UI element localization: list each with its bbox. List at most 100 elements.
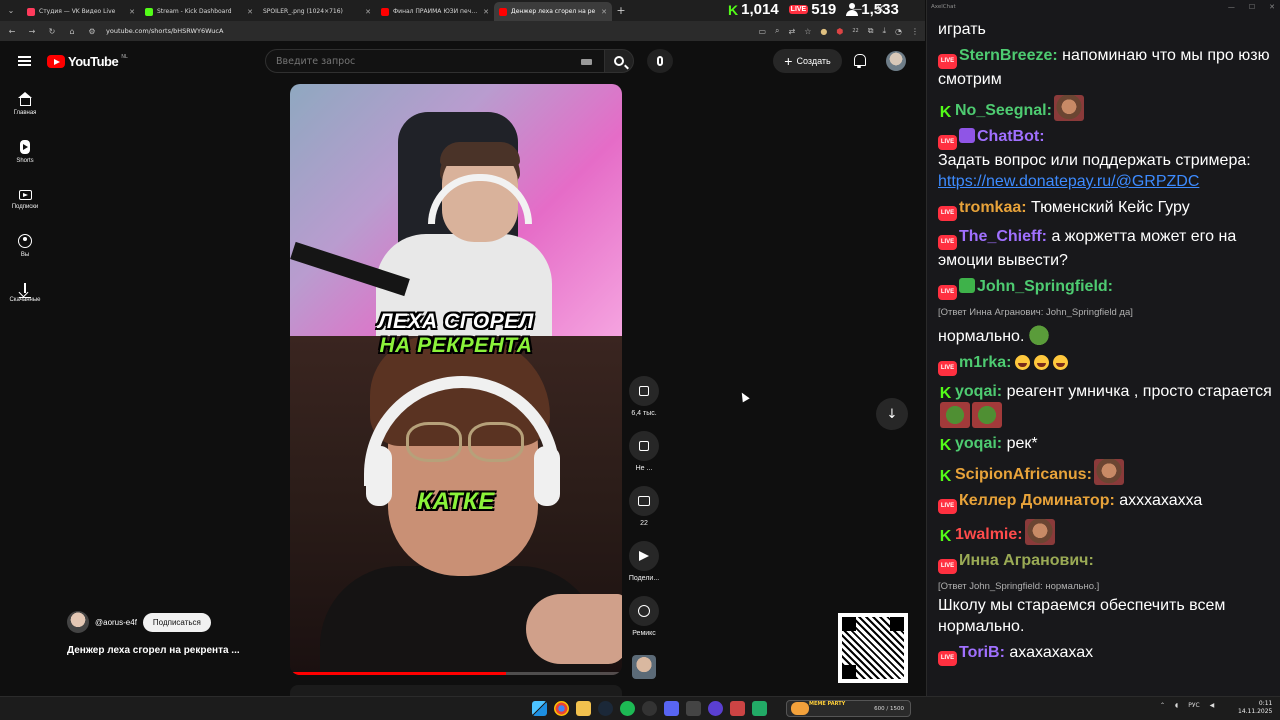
channel-avatar[interactable]: [67, 611, 89, 633]
sidebar-item-shorts[interactable]: Shorts: [0, 128, 50, 175]
channel-name[interactable]: @aorus-e4f: [95, 618, 137, 627]
tab-vk-studio[interactable]: Студия — VK Видео Live ✕: [22, 2, 140, 21]
chat-username[interactable]: The_Chieff:: [959, 228, 1047, 245]
remix-button[interactable]: [629, 596, 659, 626]
sidebar-item-you[interactable]: Вы: [0, 222, 50, 269]
like-button[interactable]: [629, 376, 659, 406]
meme-party-widget[interactable]: MEME PARTY 600 / 1500: [786, 700, 911, 717]
youtube-logo[interactable]: YouTube NL: [47, 54, 128, 69]
chat-username[interactable]: John_Springfield:: [977, 278, 1113, 295]
site-info-icon[interactable]: ⚙: [86, 27, 98, 36]
chat-username[interactable]: SternBreeze:: [959, 47, 1058, 64]
sidebar-item-home[interactable]: Главная: [0, 81, 50, 128]
sidebar-item-downloads[interactable]: Скачанные: [0, 269, 50, 316]
tab-close-icon[interactable]: ✕: [365, 8, 371, 16]
sound-thumbnail[interactable]: [632, 655, 656, 679]
menu-dots-icon[interactable]: ⋮: [911, 27, 919, 36]
short-title[interactable]: Денжер леха сгорел на рекрента ...: [67, 645, 240, 656]
chat-username[interactable]: ToriB:: [959, 644, 1005, 661]
url-field[interactable]: youtube.com/shorts/bHSRWY6WucA: [106, 27, 223, 35]
home-browser-icon[interactable]: ⌂: [66, 27, 78, 36]
maximize-icon[interactable]: ☐: [1249, 3, 1255, 11]
chat-username[interactable]: ChatBot:: [977, 128, 1045, 145]
dislike-button[interactable]: [629, 431, 659, 461]
account-avatar[interactable]: [886, 51, 906, 71]
new-tab-button[interactable]: +: [612, 4, 630, 17]
file-explorer-icon[interactable]: [576, 701, 591, 716]
extension-dot-icon[interactable]: ●: [820, 27, 827, 36]
chat-window-controls: — ☐ ✕: [1228, 3, 1275, 11]
browser-toolbar: ▭ ⌕ ⇄ ☆ ● ⬢ 22 ⧉ ⤓ ◔ ⋮: [758, 26, 919, 36]
comments-button[interactable]: [629, 486, 659, 516]
speaker-icon[interactable]: ◀: [1210, 702, 1215, 709]
tab-youtube-short-active[interactable]: Денжер леха сгорел на ре ✕: [494, 2, 612, 21]
tray-chevron-icon[interactable]: ⌃: [1160, 702, 1165, 709]
tab-kick-dashboard[interactable]: Stream - Kick Dashboard ✕: [140, 2, 258, 21]
profile-icon[interactable]: ◔: [895, 27, 902, 36]
discord-icon[interactable]: [664, 701, 679, 716]
voice-search-button[interactable]: [647, 49, 673, 73]
donate-link[interactable]: https://new.donatepay.ru/@GRPZDC: [938, 173, 1199, 190]
shorts-video-player[interactable]: ЛЕХА СГОРЕЛ НА РЕКРЕНТА КАТКЕ: [290, 84, 622, 675]
close-window-icon[interactable]: ✕: [1269, 3, 1275, 11]
video-progress-bar[interactable]: [290, 672, 622, 675]
obs-icon[interactable]: [642, 701, 657, 716]
chat-username[interactable]: Келлер Доминатор:: [959, 492, 1115, 509]
cast-icon[interactable]: ▭: [758, 27, 766, 36]
minimize-icon[interactable]: —: [1228, 3, 1235, 11]
spotify-icon[interactable]: [620, 701, 635, 716]
next-short-button[interactable]: ↓: [876, 398, 908, 430]
extension-adblock-icon[interactable]: ⬢: [836, 27, 843, 36]
media-player-icon[interactable]: [708, 701, 723, 716]
chat-message: LIVE The_Chieff: а жоржетта может его на …: [938, 228, 1237, 269]
tab-close-icon[interactable]: ✕: [129, 8, 135, 16]
search-button[interactable]: [604, 49, 634, 73]
downloads-icon[interactable]: ⤓: [882, 26, 886, 36]
snipping-tool-icon[interactable]: [752, 701, 767, 716]
sidebar-item-subscriptions[interactable]: Подписки: [0, 175, 50, 222]
share-button[interactable]: [629, 541, 659, 571]
qr-code-overlay: [838, 613, 908, 683]
tab-spoiler-image[interactable]: SPOILER_.png (1024×716) ✕: [258, 2, 376, 21]
tab-close-icon[interactable]: ✕: [483, 8, 489, 16]
bookmark-star-icon[interactable]: ☆: [804, 27, 811, 36]
tab-close-icon[interactable]: ✕: [601, 8, 607, 16]
forward-icon[interactable]: →: [26, 27, 38, 36]
create-button[interactable]: + Создать: [773, 49, 842, 73]
steam-icon[interactable]: [598, 701, 613, 716]
back-icon[interactable]: ←: [6, 27, 18, 36]
chat-username[interactable]: m1rka:: [959, 354, 1011, 371]
system-clock[interactable]: 0:11 14.11.2025: [1238, 700, 1272, 716]
chat-username[interactable]: yoqai:: [955, 383, 1002, 400]
extensions-puzzle-icon[interactable]: ⧉: [868, 26, 874, 36]
qr-code-icon: [842, 617, 904, 679]
app-icon[interactable]: [686, 701, 701, 716]
chat-username[interactable]: tromkaa:: [959, 199, 1027, 216]
search-input[interactable]: [276, 55, 566, 67]
minimize-icon[interactable]: —: [852, 4, 862, 15]
language-indicator[interactable]: РУС: [1188, 702, 1199, 709]
chat-username[interactable]: No_Seegnal:: [955, 102, 1052, 119]
chat-username[interactable]: 1walmie:: [955, 526, 1023, 543]
tab-search-icon[interactable]: ⌄: [0, 0, 22, 21]
zoom-icon[interactable]: ⌕: [775, 26, 779, 36]
reload-icon[interactable]: ↻: [46, 27, 58, 36]
hamburger-menu-icon[interactable]: [18, 56, 31, 66]
chat-username[interactable]: yoqai:: [955, 435, 1002, 452]
chat-username[interactable]: ScipionAfricanus:: [955, 466, 1092, 483]
notifications-bell-icon[interactable]: [852, 53, 866, 69]
keyboard-icon[interactable]: [581, 59, 592, 65]
subscribe-button[interactable]: Подписаться: [142, 612, 211, 632]
tab-close-icon[interactable]: ✕: [247, 8, 253, 16]
tray-mic-icon[interactable]: ◖: [1175, 702, 1178, 709]
chat-username[interactable]: Инна Агранович:: [959, 552, 1094, 569]
tab-youtube-final[interactable]: Финал ПРАЙМА ЮЗИ печальн ✕: [376, 2, 494, 21]
remix-action: Ремикс: [624, 596, 664, 651]
chat-message: LIVE ToriB: ахахахахах: [938, 642, 1274, 666]
axelchat-icon[interactable]: [730, 701, 745, 716]
next-short-preview[interactable]: [290, 685, 622, 696]
close-window-icon[interactable]: ✕: [876, 4, 884, 15]
chrome-icon[interactable]: [554, 701, 569, 716]
translate-icon[interactable]: ⇄: [789, 27, 796, 36]
windows-start-icon[interactable]: [532, 701, 547, 716]
